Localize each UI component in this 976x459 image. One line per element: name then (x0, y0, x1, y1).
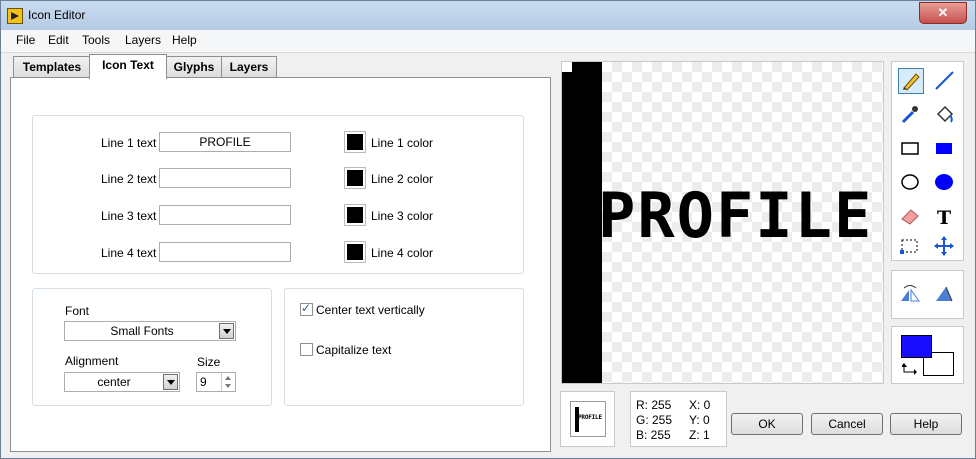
line-2-color-label: Line 2 color (371, 172, 434, 186)
rotate-icon[interactable] (932, 282, 958, 308)
line-1-color-swatch[interactable] (344, 131, 366, 153)
line-3-text-input[interactable] (159, 205, 291, 225)
text-icon[interactable]: T (932, 204, 958, 230)
ellipse-icon[interactable] (898, 170, 924, 196)
info-z: Z: 1 (689, 428, 710, 442)
line-2-label: Line 2 text (101, 172, 157, 186)
flip-horizontal-icon[interactable] (898, 282, 924, 308)
icon-preview: PROFILE (560, 391, 615, 447)
black-bar-top (572, 62, 602, 74)
tab-layers[interactable]: Layers (221, 56, 277, 77)
dropper-icon[interactable] (898, 102, 924, 128)
menu-edit[interactable]: Edit (48, 33, 69, 47)
alignment-select-value: center (97, 375, 131, 389)
eraser-icon[interactable] (898, 204, 924, 230)
help-button[interactable]: Help (890, 413, 962, 435)
canvas-icon-text: PROFILE (598, 179, 874, 252)
stepper-buttons[interactable] (221, 373, 235, 391)
arrow-down-icon[interactable] (225, 384, 231, 388)
labview-app-icon (7, 8, 23, 24)
alignment-label: Alignment (65, 354, 119, 368)
ok-button[interactable]: OK (731, 413, 803, 435)
select-icon[interactable] (898, 234, 924, 260)
info-x: X: 0 (689, 398, 711, 412)
line-1-text-input[interactable]: PROFILE (159, 132, 291, 152)
info-g: G: 255 (636, 413, 673, 427)
line-1-label: Line 1 text (101, 136, 157, 150)
line-3-color-swatch[interactable] (344, 204, 366, 226)
tab-templates[interactable]: Templates (13, 56, 91, 77)
chevron-down-icon[interactable] (163, 374, 178, 390)
color-panel (891, 326, 964, 384)
icon-canvas[interactable]: PROFILE (561, 61, 884, 384)
line-1-color-label: Line 1 color (371, 136, 434, 150)
cancel-button[interactable]: Cancel (811, 413, 883, 435)
chevron-down-icon[interactable] (219, 323, 234, 339)
tab-glyphs[interactable]: Glyphs (166, 56, 222, 77)
center-vertically-label: Center text vertically (316, 303, 425, 317)
icon-text-panel: Line 1 text PROFILE Line 1 color Line 2 … (10, 77, 551, 452)
line-3-color-label: Line 3 color (371, 209, 434, 223)
line-4-color-label: Line 4 color (371, 246, 434, 260)
line-4-color-swatch[interactable] (344, 241, 366, 263)
size-stepper[interactable]: 9 (196, 372, 236, 392)
icon-preview-text: PROFILE (578, 414, 602, 421)
text-options-group: Center text vertically Capitalize text (284, 288, 524, 406)
flip-tools-panel (891, 270, 964, 319)
rectangle-icon[interactable] (898, 136, 924, 162)
filled-ellipse-icon[interactable] (932, 170, 958, 196)
move-icon[interactable] (932, 234, 958, 260)
info-r: R: 255 (636, 398, 672, 412)
tab-icon-text[interactable]: Icon Text (89, 54, 167, 79)
svg-text:T: T (937, 207, 951, 228)
icon-editor-window: Icon Editor ✕ File Edit Tools Layers Hel… (0, 0, 976, 459)
pencil-icon[interactable] (898, 68, 924, 94)
capitalize-label: Capitalize text (316, 343, 392, 357)
black-bar (562, 72, 602, 383)
menu-layers[interactable]: Layers (125, 33, 161, 47)
line-3-label: Line 3 text (101, 209, 157, 223)
filled-rectangle-icon[interactable] (932, 136, 958, 162)
icon-preview-frame: PROFILE (570, 401, 606, 437)
line-2-text-input[interactable] (159, 168, 291, 188)
menu-bar: File Edit Tools Layers Help (1, 30, 975, 53)
drawing-tools-panel: T (891, 61, 964, 261)
capitalize-checkbox[interactable] (300, 343, 313, 356)
title-bar[interactable]: Icon Editor ✕ (1, 1, 975, 31)
size-label: Size (197, 355, 221, 369)
line-icon[interactable] (932, 68, 958, 94)
menu-tools[interactable]: Tools (82, 33, 110, 47)
line-2-color-swatch[interactable] (344, 167, 366, 189)
font-label: Font (65, 304, 90, 318)
fill-icon[interactable] (932, 102, 958, 128)
info-b: B: 255 (636, 428, 671, 442)
pixel-info: R: 255 G: 255 B: 255 X: 0 Y: 0 Z: 1 (630, 391, 727, 447)
close-button[interactable]: ✕ (919, 2, 967, 24)
foreground-color-swatch[interactable] (901, 335, 932, 358)
font-group: Font Small Fonts Alignment center Size 9 (32, 288, 272, 406)
font-select-value: Small Fonts (110, 324, 174, 338)
text-lines-group: Line 1 text PROFILE Line 1 color Line 2 … (32, 115, 524, 274)
info-y: Y: 0 (689, 413, 710, 427)
menu-file[interactable]: File (16, 33, 35, 47)
center-vertically-checkbox[interactable] (300, 301, 313, 316)
font-select[interactable]: Small Fonts (64, 321, 236, 341)
size-value: 9 (200, 375, 207, 389)
line-4-label: Line 4 text (101, 246, 157, 260)
menu-help[interactable]: Help (172, 33, 197, 47)
alignment-select[interactable]: center (64, 372, 180, 392)
swap-colors-icon[interactable] (901, 362, 918, 379)
line-4-text-input[interactable] (159, 242, 291, 262)
window-title: Icon Editor (28, 8, 86, 22)
arrow-up-icon[interactable] (225, 376, 231, 380)
